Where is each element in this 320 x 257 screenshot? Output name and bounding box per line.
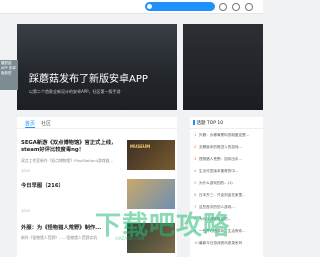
top-bar (0, 0, 263, 14)
rank-text: 怪物猎人荒野：如何出手... (199, 157, 242, 161)
rank-text: 外服：为哪黄黑料的制度这是... (199, 133, 250, 137)
hero-next-slide[interactable] (183, 24, 263, 110)
site-watermark-domain: XIAZAIBA.COM (115, 236, 145, 241)
ranking-item[interactable]: 2 无聊版本的推进人的游戏... (194, 145, 262, 150)
tab-home[interactable]: 首页 (25, 120, 35, 127)
ranking-header: 话题 TOP 10 (190, 117, 263, 129)
post-title[interactable]: 今日早图（216） (21, 183, 125, 190)
ranking-item[interactable]: 4 生无可恋版本推荐的中... (194, 169, 262, 174)
feed-tabs: 首页 社区 (17, 117, 177, 129)
carousel-indicators[interactable] (141, 104, 171, 110)
hero-subtitle: 以第二个首款全新设计的安卓APP，社区第一版手游 (29, 89, 121, 94)
hero-prev-slide[interactable]: 腰蘑菇APP 安卓版新型 (0, 60, 18, 90)
post-meta: 2023 (21, 169, 30, 173)
thumbnail-label: MUSEUM (130, 144, 151, 149)
post-meta: 2023 (21, 209, 30, 213)
rank-text: 日本东三：只谈判金在家里... (199, 193, 246, 197)
post-thumbnail[interactable]: MUSEUM (127, 140, 175, 170)
ranking-item[interactable]: 6 日本东三：只谈判金在家里... (194, 193, 262, 198)
post-title[interactable]: SEGA新游《双点博物馆》官正式上线，steam好评比较度毒ng！ (21, 140, 125, 154)
hero-title[interactable]: 踩蘑菇发布了新版安卓APP (29, 70, 148, 85)
user-icon[interactable] (245, 3, 253, 11)
ranking-item[interactable]: 5 为什么游戏的的...(1) (194, 181, 262, 186)
rank-text: 为什么游戏的的...(1) (199, 181, 233, 185)
post-excerpt: 双点工作室新作《双点博物馆》PlayStation4游戏链... (21, 158, 113, 163)
ranking-item[interactable]: 3 怪物猎人荒野：如何出手... (194, 157, 262, 162)
rank-text: 无聊版本的推进人的游戏... (199, 145, 242, 149)
ranking-item[interactable]: 1 外服：为哪黄黑料的制度这是... (194, 133, 262, 138)
message-icon[interactable] (232, 3, 240, 11)
tab-active-indicator (25, 127, 35, 128)
search-icon[interactable] (219, 3, 227, 11)
hero-prev-slide-label: 腰蘑菇APP 安卓版新型 (1, 61, 16, 75)
search-icon (147, 4, 152, 9)
search-input[interactable] (145, 2, 215, 11)
ranking-title: 话题 TOP 10 (196, 121, 224, 126)
rank-text: 生无可恋版本推荐的中... (199, 169, 239, 173)
tab-community[interactable]: 社区 (41, 120, 51, 127)
hero-banner[interactable]: 踩蘑菇发布了新版安卓APP 以第二个首款全新设计的安卓APP，社区第一版手游 (17, 24, 177, 110)
